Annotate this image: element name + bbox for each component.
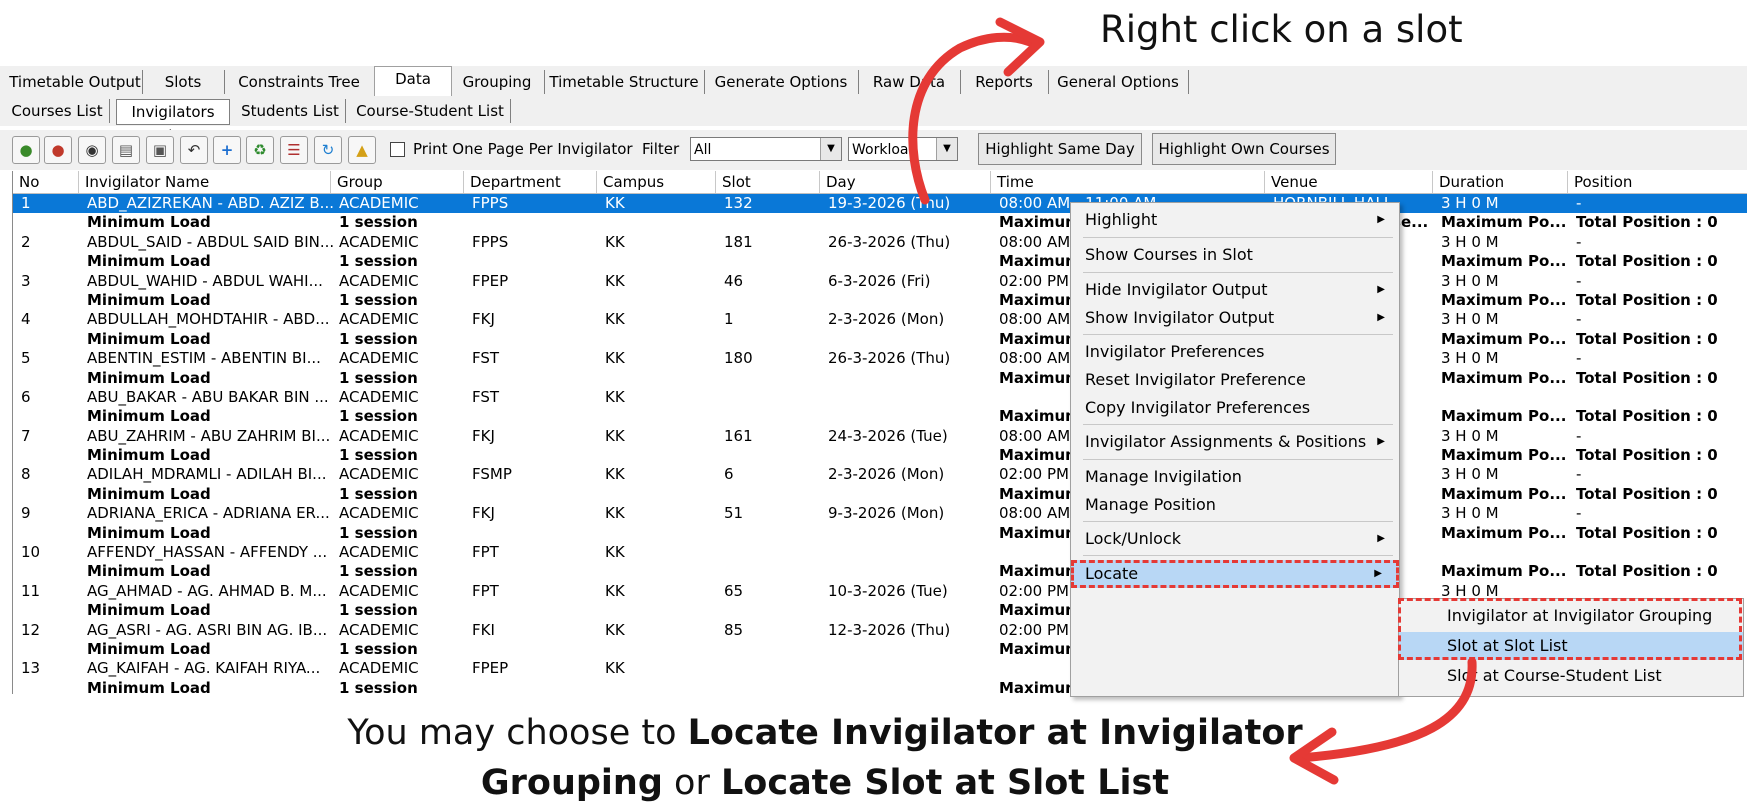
arrow-head-top (995, 17, 1045, 77)
caption-text: You may choose to (347, 713, 688, 753)
caption-bold-text: Locate Slot at Slot List (720, 763, 1170, 803)
arrow-to-top-caption (908, 32, 1035, 205)
caption-text: or (662, 763, 721, 803)
annotation-arrows (908, 17, 1477, 785)
instruction-bottom-caption: You may choose to Locate Invigilator at … (300, 708, 1350, 808)
